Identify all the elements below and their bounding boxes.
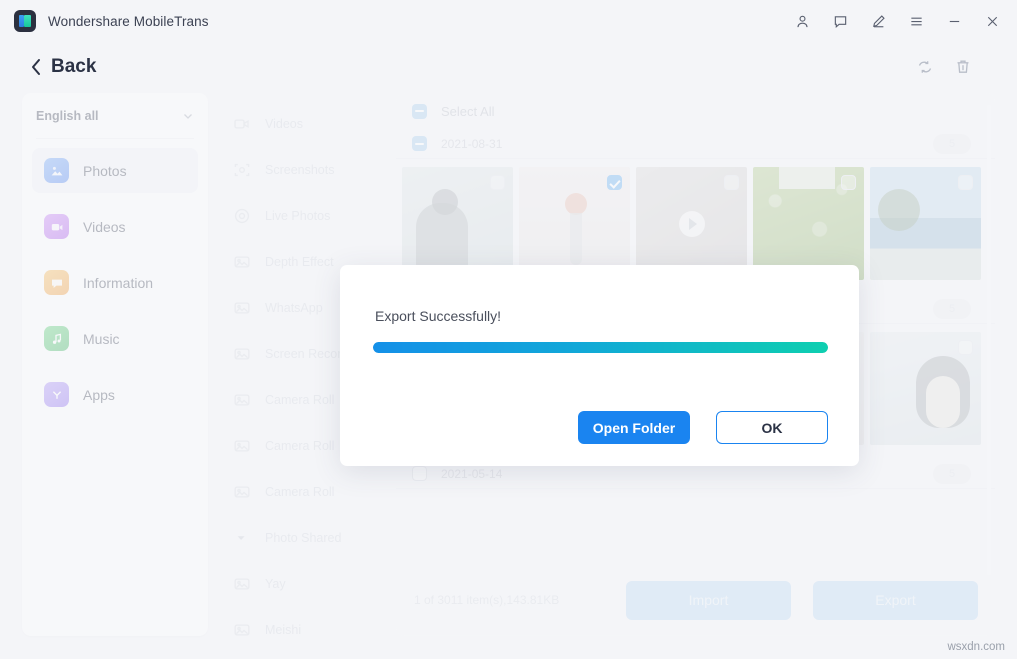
progress-bar <box>373 342 828 353</box>
application-window: Wondershare MobileTrans <box>0 0 1017 659</box>
open-folder-button[interactable]: Open Folder <box>578 411 690 444</box>
modal-overlay: Export Successfully! Open Folder OK <box>0 0 1017 659</box>
ok-button[interactable]: OK <box>716 411 828 444</box>
dialog-buttons: Open Folder OK <box>578 411 828 444</box>
export-success-dialog: Export Successfully! Open Folder OK <box>340 265 859 466</box>
watermark: wsxdn.com <box>947 641 1005 653</box>
dialog-message: Export Successfully! <box>375 308 501 324</box>
progress-bar-fill <box>373 342 828 353</box>
